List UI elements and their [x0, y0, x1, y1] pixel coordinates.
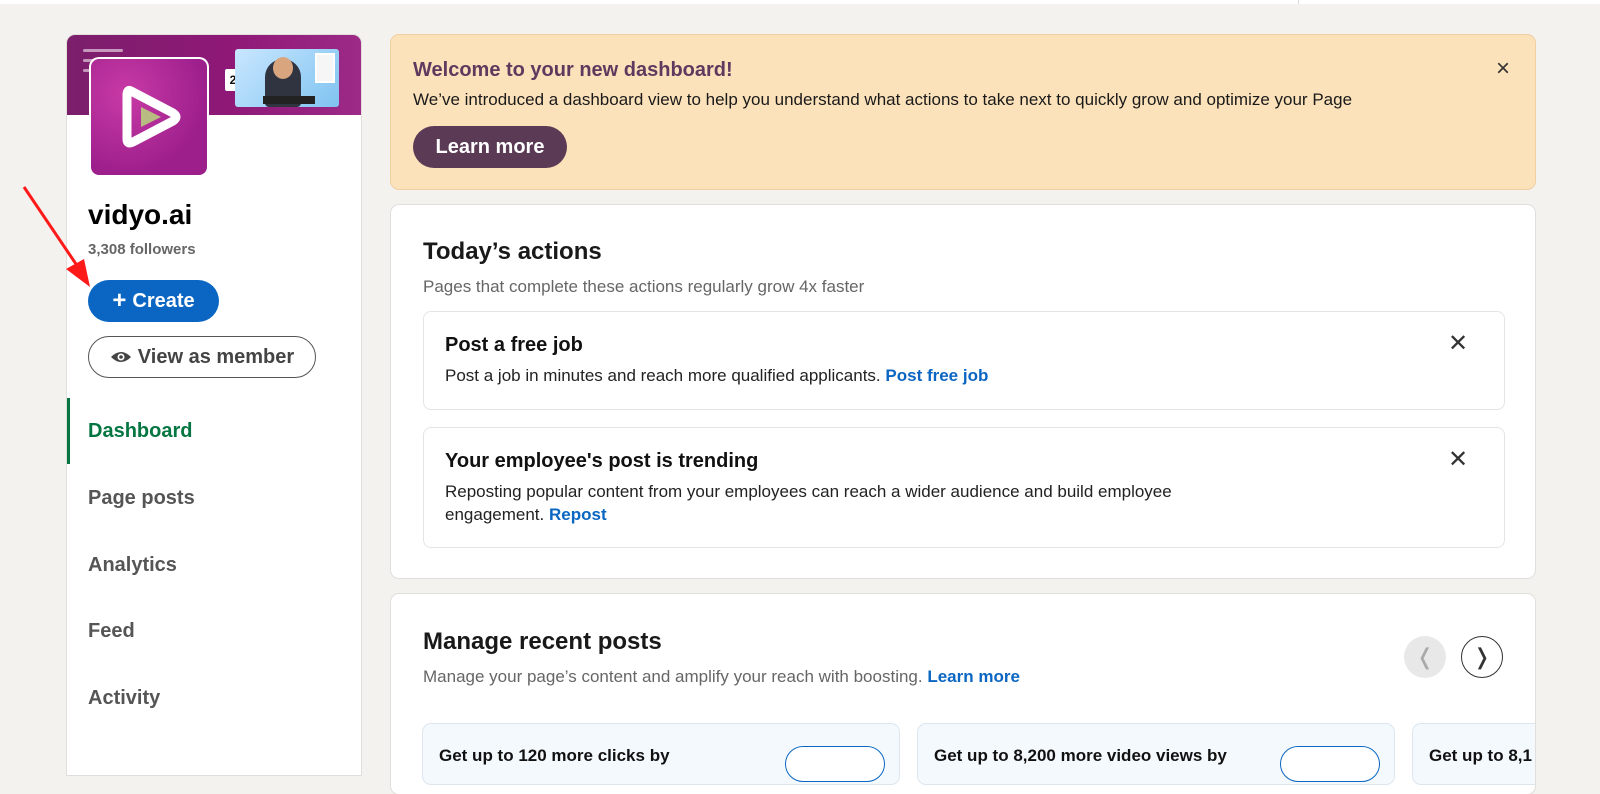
sidebar-item-label: Activity — [88, 686, 161, 709]
learn-more-button[interactable]: Learn more — [413, 126, 567, 168]
boost-button[interactable] — [785, 746, 885, 782]
welcome-banner: Welcome to your new dashboard! We’ve int… — [391, 35, 1535, 189]
post-card[interactable]: Get up to 8,1 — [1413, 724, 1535, 784]
action-title: Post a free job — [445, 334, 583, 356]
action-description: Post a job in minutes and reach more qua… — [445, 364, 1265, 387]
learn-more-link[interactable]: Learn more — [927, 667, 1020, 686]
sidebar-item-label: Dashboard — [88, 419, 193, 442]
action-card-employee-post: Your employee's post is trending Reposti… — [423, 427, 1505, 548]
play-logo-icon — [122, 86, 181, 148]
recent-posts-card: Manage recent posts Manage your page’s c… — [391, 594, 1535, 794]
top-bar — [0, 0, 1600, 4]
close-icon[interactable]: ✕ — [1444, 330, 1472, 358]
todays-actions-subtitle: Pages that complete these actions regula… — [423, 277, 865, 296]
sidebar-item-analytics[interactable]: Analytics — [67, 532, 361, 598]
post-card-title: Get up to 8,200 more video views by — [934, 746, 1227, 765]
sidebar-item-label: Analytics — [88, 553, 177, 576]
carousel-next-button[interactable]: ❭ — [1461, 636, 1503, 678]
recent-posts-title: Manage recent posts — [423, 628, 662, 655]
post-free-job-link[interactable]: Post free job — [885, 366, 988, 385]
annotation-arrow-icon — [22, 186, 90, 287]
post-card[interactable]: Get up to 8,200 more video views by — [918, 724, 1394, 784]
repost-link[interactable]: Repost — [549, 505, 607, 524]
sidebar-item-feed[interactable]: Feed — [67, 598, 361, 664]
close-icon[interactable]: × — [1489, 55, 1517, 83]
recent-posts-subtitle-text: Manage your page’s content and amplify y… — [423, 667, 923, 686]
sidebar-item-label: Feed — [88, 619, 135, 642]
sidebar-item-activity[interactable]: Activity — [67, 665, 361, 731]
top-divider — [1298, 0, 1299, 4]
cover-promo-image — [235, 49, 339, 107]
post-card-title: Get up to 8,1 — [1429, 746, 1532, 765]
create-button[interactable]: + Create — [88, 280, 219, 322]
company-name[interactable]: vidyo.ai — [88, 199, 192, 231]
create-label: Create — [132, 289, 195, 312]
sidebar-item-dashboard[interactable]: Dashboard — [67, 398, 361, 464]
plus-icon: + — [112, 287, 127, 314]
action-description: Reposting popular content from your empl… — [445, 480, 1265, 526]
banner-title: Welcome to your new dashboard! — [413, 59, 733, 81]
eye-icon — [110, 352, 131, 362]
action-title: Your employee's post is trending — [445, 450, 759, 472]
banner-description: We’ve introduced a dashboard view to hel… — [413, 90, 1353, 109]
view-as-member-label: View as member — [137, 345, 295, 368]
follower-count: 3,308 followers — [88, 241, 196, 258]
chevron-left-icon: ❬ — [1415, 644, 1435, 669]
chevron-right-icon: ❭ — [1472, 644, 1492, 669]
close-icon[interactable]: ✕ — [1444, 446, 1472, 474]
boost-button[interactable] — [1280, 746, 1380, 782]
action-card-post-job: Post a free job Post a job in minutes an… — [423, 311, 1505, 410]
view-as-member-button[interactable]: View as member — [88, 336, 316, 378]
sidebar-item-label: Page posts — [88, 486, 195, 509]
carousel-prev-button[interactable]: ❬ — [1404, 636, 1446, 678]
action-description-text: Post a job in minutes and reach more qua… — [445, 366, 881, 385]
sidebar-item-page-posts[interactable]: Page posts — [67, 465, 361, 531]
company-logo[interactable] — [89, 57, 209, 177]
page-sidebar: 2X vidyo.ai 3,308 followers + Create Vie… — [67, 35, 361, 775]
post-card[interactable]: Get up to 120 more clicks by — [423, 724, 899, 784]
todays-actions-card: Today’s actions Pages that complete thes… — [391, 205, 1535, 578]
todays-actions-title: Today’s actions — [423, 238, 602, 265]
recent-posts-subtitle: Manage your page’s content and amplify y… — [423, 667, 1020, 687]
post-card-title: Get up to 120 more clicks by — [439, 746, 670, 765]
